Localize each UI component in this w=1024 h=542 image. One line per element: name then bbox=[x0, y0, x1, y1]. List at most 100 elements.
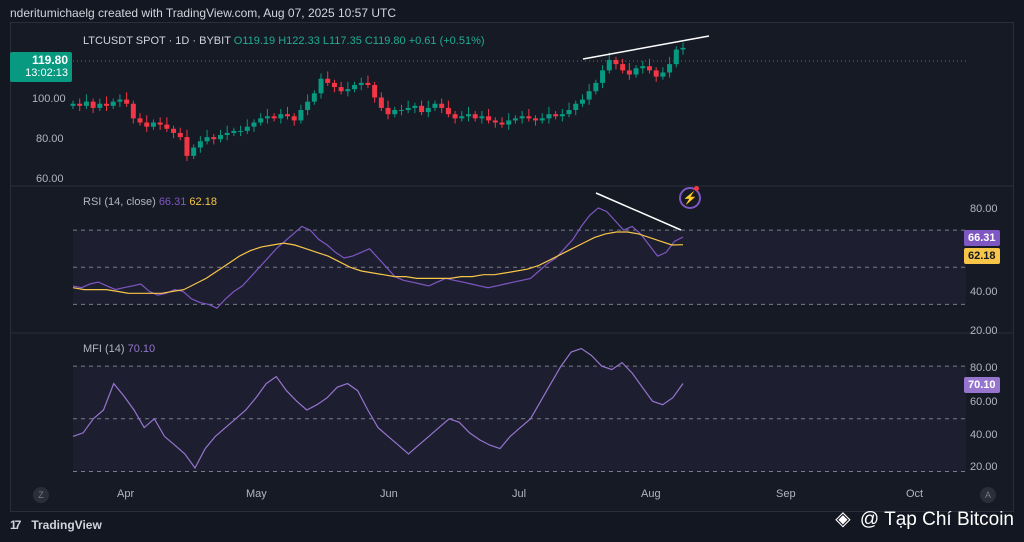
candle-body bbox=[164, 124, 170, 129]
candle-body bbox=[512, 118, 518, 121]
candle-body bbox=[150, 122, 156, 127]
candle-body bbox=[124, 99, 130, 104]
candle-body bbox=[385, 107, 391, 115]
candle-body bbox=[258, 118, 264, 123]
mfi-value: 70.10 bbox=[127, 343, 156, 355]
candle-body bbox=[271, 116, 277, 119]
mfi-band bbox=[73, 366, 966, 472]
candle-body bbox=[613, 59, 619, 65]
chart-panel[interactable]: LTCUSDT SPOT · 1D · BYBIT O119.19 H122.3… bbox=[10, 22, 1014, 512]
candle-body bbox=[445, 107, 451, 115]
chart-canvas[interactable] bbox=[11, 23, 1013, 511]
diamond-logo-icon: ◈ bbox=[835, 508, 851, 530]
candle-body bbox=[117, 99, 123, 102]
mfi-legend[interactable]: MFI (14) 70.10 bbox=[83, 343, 155, 355]
rsi-trendline bbox=[595, 192, 682, 231]
candle-body bbox=[667, 64, 673, 73]
time-tick: Jul bbox=[512, 488, 527, 500]
rsi-value-tag: 66.31 bbox=[964, 230, 1000, 246]
candle-body bbox=[579, 99, 585, 104]
candle-body bbox=[553, 114, 559, 117]
candle-body bbox=[546, 114, 552, 119]
time-tick: Apr bbox=[117, 488, 135, 500]
time-tick: Aug bbox=[641, 488, 661, 500]
tradingview-wordmark: TradingView bbox=[31, 518, 102, 532]
candle-body bbox=[305, 101, 311, 110]
candle-body bbox=[244, 126, 250, 131]
candle-body bbox=[171, 128, 177, 133]
candle-body bbox=[325, 78, 331, 83]
candle-body bbox=[439, 103, 445, 108]
watermark: ◈ @ Tạp Chí Bitcoin bbox=[835, 506, 1014, 531]
candle-body bbox=[633, 68, 639, 75]
rsi-label: RSI (14, close) bbox=[83, 196, 156, 208]
candle-body bbox=[278, 114, 284, 119]
alert-dot-icon bbox=[694, 186, 699, 191]
rsi-tick: 40.00 bbox=[970, 286, 998, 298]
candle-body bbox=[600, 70, 606, 83]
candle-body bbox=[586, 91, 592, 100]
candle-body bbox=[519, 116, 525, 119]
symbol-name[interactable]: LTCUSDT SPOT · 1D · BYBIT bbox=[83, 35, 231, 47]
candle-body bbox=[130, 103, 136, 119]
candle-body bbox=[191, 147, 197, 156]
tradingview-logo: 17 TradingView bbox=[10, 518, 102, 532]
candle-body bbox=[606, 59, 612, 71]
candle-body bbox=[358, 82, 364, 85]
candle-body bbox=[533, 118, 539, 121]
candle-body bbox=[653, 70, 659, 77]
candle-body bbox=[204, 137, 210, 142]
candle-body bbox=[285, 114, 291, 117]
symbol-legend[interactable]: LTCUSDT SPOT · 1D · BYBIT O119.19 H122.3… bbox=[83, 35, 485, 47]
candle-body bbox=[197, 141, 203, 148]
candle-body bbox=[412, 105, 418, 108]
candle-body bbox=[144, 122, 150, 127]
candle-body bbox=[640, 66, 646, 69]
mfi-tick: 20.00 bbox=[970, 461, 998, 473]
chart-credit: nderitumichaelg created with TradingView… bbox=[10, 6, 397, 20]
price-tick: 60.00 bbox=[36, 173, 64, 185]
candle-body bbox=[157, 122, 163, 125]
candle-body bbox=[398, 110, 404, 111]
candle-body bbox=[526, 116, 532, 119]
mfi-tick: 80.00 bbox=[970, 362, 998, 374]
candle-body bbox=[673, 49, 679, 65]
candle-body bbox=[352, 84, 358, 90]
rsi-legend[interactable]: RSI (14, close) 66.31 62.18 bbox=[83, 196, 217, 208]
rsi-tick: 80.00 bbox=[970, 203, 998, 215]
candle-body bbox=[559, 114, 565, 117]
candle-body bbox=[177, 132, 183, 138]
candle-body bbox=[318, 78, 324, 94]
candle-body bbox=[83, 101, 89, 106]
candle-body bbox=[338, 87, 344, 92]
candle-body bbox=[104, 103, 110, 106]
candle-body bbox=[506, 120, 512, 125]
candle-body bbox=[70, 103, 76, 106]
candle-body bbox=[680, 47, 686, 50]
candle-body bbox=[432, 103, 438, 108]
candle-body bbox=[224, 132, 230, 136]
candle-body bbox=[365, 82, 371, 85]
candle-body bbox=[472, 114, 478, 119]
candle-body bbox=[251, 122, 257, 127]
candle-body bbox=[392, 110, 398, 115]
candle-body bbox=[378, 97, 384, 108]
zoom-reset-button[interactable]: Z bbox=[33, 487, 49, 503]
last-price: 119.80 bbox=[31, 53, 68, 67]
candle-body bbox=[573, 103, 579, 110]
candle-body bbox=[499, 122, 505, 125]
rsi-ma-tag: 62.18 bbox=[964, 248, 1000, 264]
candle-body bbox=[137, 118, 143, 123]
candle-body bbox=[479, 116, 485, 119]
candle-body bbox=[311, 93, 317, 102]
candle-body bbox=[419, 105, 425, 113]
auto-scale-button[interactable]: A bbox=[980, 487, 996, 503]
rsi-ma-value: 62.18 bbox=[189, 196, 217, 208]
candle-body bbox=[97, 103, 103, 108]
candle-body bbox=[646, 66, 652, 71]
mfi-value-tag: 70.10 bbox=[964, 377, 1000, 393]
candle-body bbox=[452, 114, 458, 119]
candle-body bbox=[77, 103, 83, 106]
candle-body bbox=[620, 64, 626, 71]
candle-body bbox=[345, 89, 351, 92]
